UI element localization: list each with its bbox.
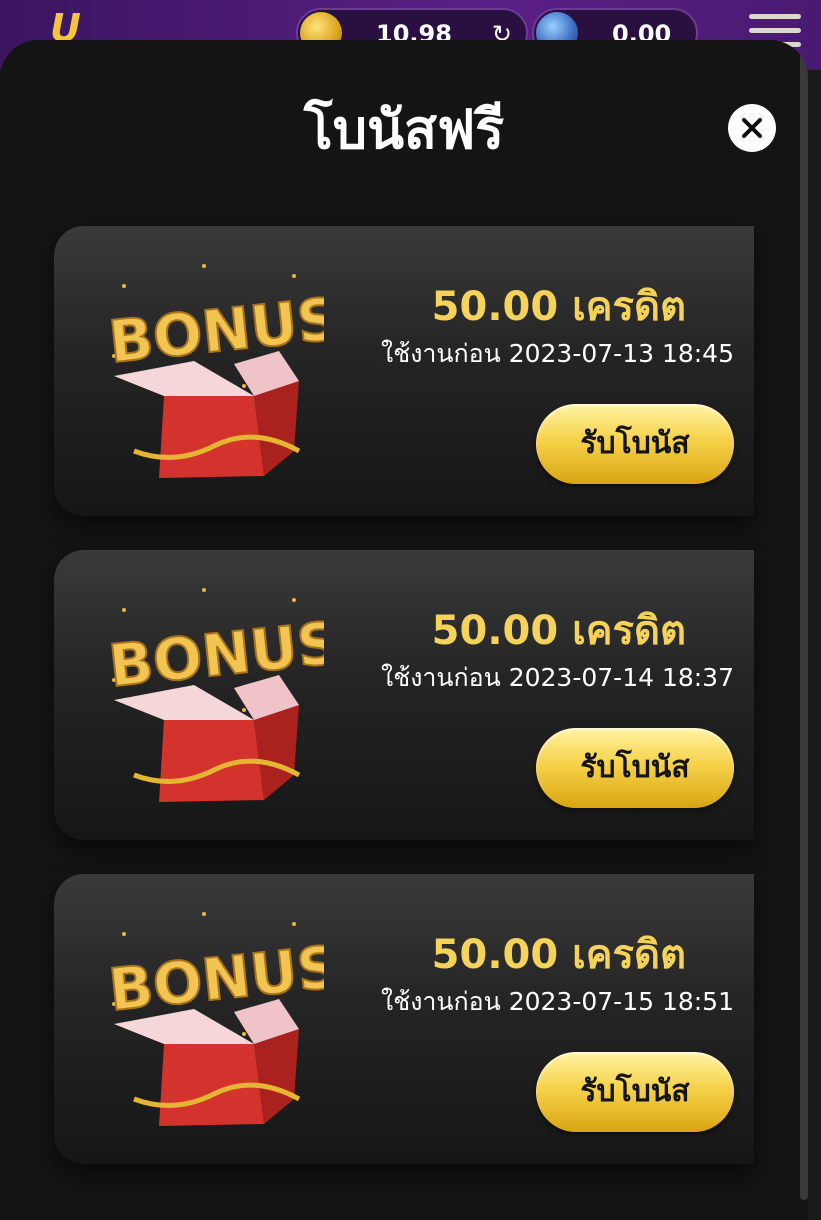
bonus-expiry: ใช้งานก่อน 2023-07-13 18:45 <box>381 339 734 368</box>
free-bonus-modal: โบนัสฟรี BONUS 50.00 เครดิต ใช้งานก่อน 2… <box>0 40 808 1220</box>
bonus-gift-box-image: BONUS <box>105 588 324 802</box>
bonus-card: BONUS 50.00 เครดิต ใช้งานก่อน 2023-07-14… <box>54 550 754 840</box>
bonus-amount: 50.00 เครดิต <box>431 608 686 654</box>
bonus-amount: 50.00 เครดิต <box>431 932 686 978</box>
bonus-expiry: ใช้งานก่อน 2023-07-14 18:37 <box>381 663 734 692</box>
close-icon <box>742 118 762 138</box>
claim-bonus-button[interactable]: รับโบนัส <box>536 404 734 484</box>
close-button[interactable] <box>728 104 776 152</box>
modal-title: โบนัสฟรี <box>303 98 505 161</box>
bonus-amount: 50.00 เครดิต <box>431 284 686 330</box>
svg-text:BONUS: BONUS <box>106 285 324 377</box>
svg-text:BONUS: BONUS <box>106 933 324 1025</box>
claim-bonus-button[interactable]: รับโบนัส <box>536 1052 734 1132</box>
scrollbar[interactable] <box>800 40 808 1200</box>
bonus-card: BONUS 50.00 เครดิต ใช้งานก่อน 2023-07-15… <box>54 874 754 1164</box>
svg-text:BONUS: BONUS <box>106 609 324 701</box>
bonus-gift-box-image: BONUS <box>105 912 324 1126</box>
bonus-gift-box-image: BONUS <box>105 264 324 478</box>
bonus-expiry: ใช้งานก่อน 2023-07-15 18:51 <box>381 987 734 1016</box>
bonus-card: BONUS 50.00 เครดิต ใช้งานก่อน 2023-07-13… <box>54 226 754 516</box>
claim-bonus-button[interactable]: รับโบนัส <box>536 728 734 808</box>
